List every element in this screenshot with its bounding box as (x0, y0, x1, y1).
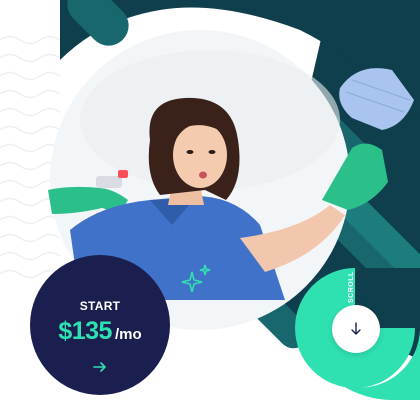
price-start-label: START (79, 299, 121, 313)
scroll-label: SCROLL (348, 271, 355, 303)
wave-pattern (0, 35, 61, 279)
scroll-down-button[interactable] (332, 305, 380, 353)
price-card: START $135/mo (30, 255, 170, 395)
arrow-right-icon[interactable] (92, 359, 108, 375)
hero-section: START $135/mo SCROLL (0, 0, 420, 401)
spray-bottle-icon (96, 176, 122, 188)
price-amount: $135 (58, 317, 112, 345)
arrow-down-icon (351, 322, 361, 335)
price-row: $135/mo (30, 317, 170, 346)
price-period: /mo (114, 326, 142, 343)
